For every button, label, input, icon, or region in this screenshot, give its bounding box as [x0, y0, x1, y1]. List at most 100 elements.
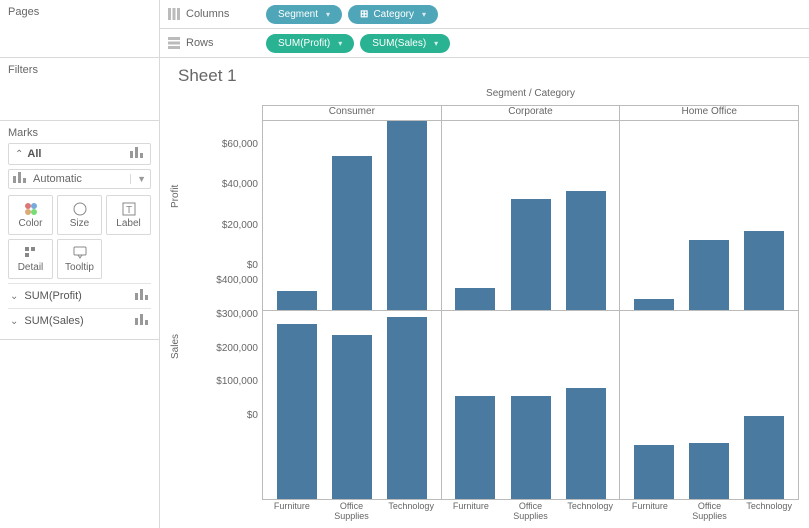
marks-label-button[interactable]: T Label [106, 195, 151, 235]
profit-axis-label: Profit [170, 121, 206, 271]
sheet-title[interactable]: Sheet 1 [178, 66, 799, 86]
sales-tick: $300,000 [216, 309, 258, 320]
bar[interactable] [634, 299, 674, 310]
marks-panel: Marks ⌃ All Automatic ▼ Color Size [0, 121, 159, 340]
tooltip-icon [73, 246, 87, 260]
columns-shelf[interactable]: Columns Segment▾ ⊞Category▾ [160, 0, 809, 29]
columns-icon [168, 8, 180, 20]
cell-group [262, 121, 441, 311]
rows-icon [168, 37, 180, 49]
bar[interactable] [689, 443, 729, 499]
category-label[interactable]: Technology [381, 500, 441, 522]
bar[interactable] [277, 291, 317, 310]
marks-color-button[interactable]: Color [8, 195, 53, 235]
marks-title: Marks [8, 127, 151, 143]
bar[interactable] [332, 156, 372, 310]
chevron-down-icon: ▾ [434, 39, 438, 48]
marks-sum-profit-label: SUM(Profit) [24, 290, 135, 302]
sales-tick: $200,000 [216, 343, 258, 354]
cell-group [441, 121, 620, 311]
chevron-down-icon: ▾ [326, 10, 330, 19]
mark-type-label: Automatic [33, 173, 130, 185]
main-area: Columns Segment▾ ⊞Category▾ Rows SUM(Pro… [160, 0, 809, 528]
marks-sum-sales-label: SUM(Sales) [24, 315, 135, 327]
category-label[interactable]: Office Supplies [501, 500, 561, 522]
segment-header[interactable]: Home Office [619, 105, 799, 121]
pages-panel[interactable]: Pages [0, 0, 159, 58]
category-labels-row: FurnitureOffice SuppliesTechnologyFurnit… [262, 500, 799, 522]
bar[interactable] [387, 317, 427, 499]
bar[interactable] [566, 191, 606, 310]
marks-sum-sales-row[interactable]: ⌄ SUM(Sales) [8, 308, 151, 333]
pill-category[interactable]: ⊞Category▾ [348, 5, 438, 24]
pill-segment[interactable]: Segment▾ [266, 5, 342, 24]
bar[interactable] [689, 240, 729, 310]
sales-tick: $400,000 [216, 275, 258, 286]
bar-chart-icon [130, 147, 144, 161]
size-icon [73, 202, 87, 216]
category-label[interactable]: Office Supplies [322, 500, 382, 522]
rows-shelf[interactable]: Rows SUM(Profit)▾ SUM(Sales)▾ [160, 29, 809, 58]
chevron-down-icon: ▾ [338, 39, 342, 48]
mark-type-select[interactable]: Automatic ▼ [8, 169, 151, 189]
category-label[interactable]: Technology [739, 500, 799, 522]
bar[interactable] [511, 396, 551, 499]
plus-icon: ⊞ [360, 9, 368, 20]
bar[interactable] [387, 121, 427, 310]
segment-header[interactable]: Corporate [441, 105, 620, 121]
detail-icon [24, 246, 38, 260]
sales-plot-row [262, 311, 799, 501]
pill-sum-sales[interactable]: SUM(Sales)▾ [360, 34, 450, 53]
cell-group [262, 311, 441, 501]
marks-size-label: Size [70, 218, 89, 229]
bar[interactable] [744, 416, 784, 499]
segment-header[interactable]: Consumer [262, 105, 441, 121]
columns-text: Columns [186, 8, 229, 20]
pill-sum-profit[interactable]: SUM(Profit)▾ [266, 34, 354, 53]
category-label[interactable]: Technology [560, 500, 620, 522]
segment-headers: Consumer Corporate Home Office [262, 105, 799, 121]
sheet-area: Sheet 1 Segment / Category Profit Sales … [160, 58, 809, 528]
marks-tooltip-button[interactable]: Tooltip [57, 239, 102, 279]
svg-text:T: T [126, 205, 132, 216]
marks-size-button[interactable]: Size [57, 195, 102, 235]
profit-tick: $60,000 [222, 139, 258, 150]
marks-detail-label: Detail [18, 262, 44, 273]
sales-axis-label: Sales [170, 271, 206, 421]
marks-detail-button[interactable]: Detail [8, 239, 53, 279]
bar[interactable] [566, 388, 606, 499]
rows-pills: SUM(Profit)▾ SUM(Sales)▾ [266, 34, 450, 53]
filters-panel[interactable]: Filters [0, 58, 159, 121]
bar[interactable] [455, 288, 495, 310]
columns-shelf-label: Columns [168, 8, 258, 20]
bar[interactable] [277, 324, 317, 499]
bar[interactable] [744, 231, 784, 309]
chart: Profit Sales $60,000 $40,000 $20,000 $0 … [170, 105, 799, 522]
chevron-down-icon: ⌄ [10, 291, 18, 302]
left-sidebar: Pages Filters Marks ⌃ All Automatic ▼ Co… [0, 0, 160, 528]
bar[interactable] [511, 199, 551, 309]
chevron-down-icon: ⌄ [10, 316, 18, 327]
category-label[interactable]: Furniture [262, 500, 322, 522]
profit-tick: $40,000 [222, 179, 258, 190]
bar[interactable] [332, 335, 372, 499]
chevron-up-icon: ⌃ [15, 149, 23, 160]
label-icon: T [122, 202, 136, 216]
bar[interactable] [634, 445, 674, 499]
profit-plot-row [262, 121, 799, 311]
marks-all-row[interactable]: ⌃ All [8, 143, 151, 165]
category-label[interactable]: Furniture [441, 500, 501, 522]
bar-chart-icon [135, 289, 149, 303]
marks-tooltip-label: Tooltip [65, 262, 94, 273]
columns-pills: Segment▾ ⊞Category▾ [266, 5, 438, 24]
marks-sum-profit-row[interactable]: ⌄ SUM(Profit) [8, 283, 151, 308]
filters-title: Filters [8, 64, 151, 76]
cell-group [441, 311, 620, 501]
cell-group [619, 311, 799, 501]
columns-super-label: Segment / Category [262, 88, 799, 99]
color-icon [24, 202, 38, 216]
category-label[interactable]: Office Supplies [680, 500, 740, 522]
rows-text: Rows [186, 37, 214, 49]
bar[interactable] [455, 396, 495, 499]
category-label[interactable]: Furniture [620, 500, 680, 522]
